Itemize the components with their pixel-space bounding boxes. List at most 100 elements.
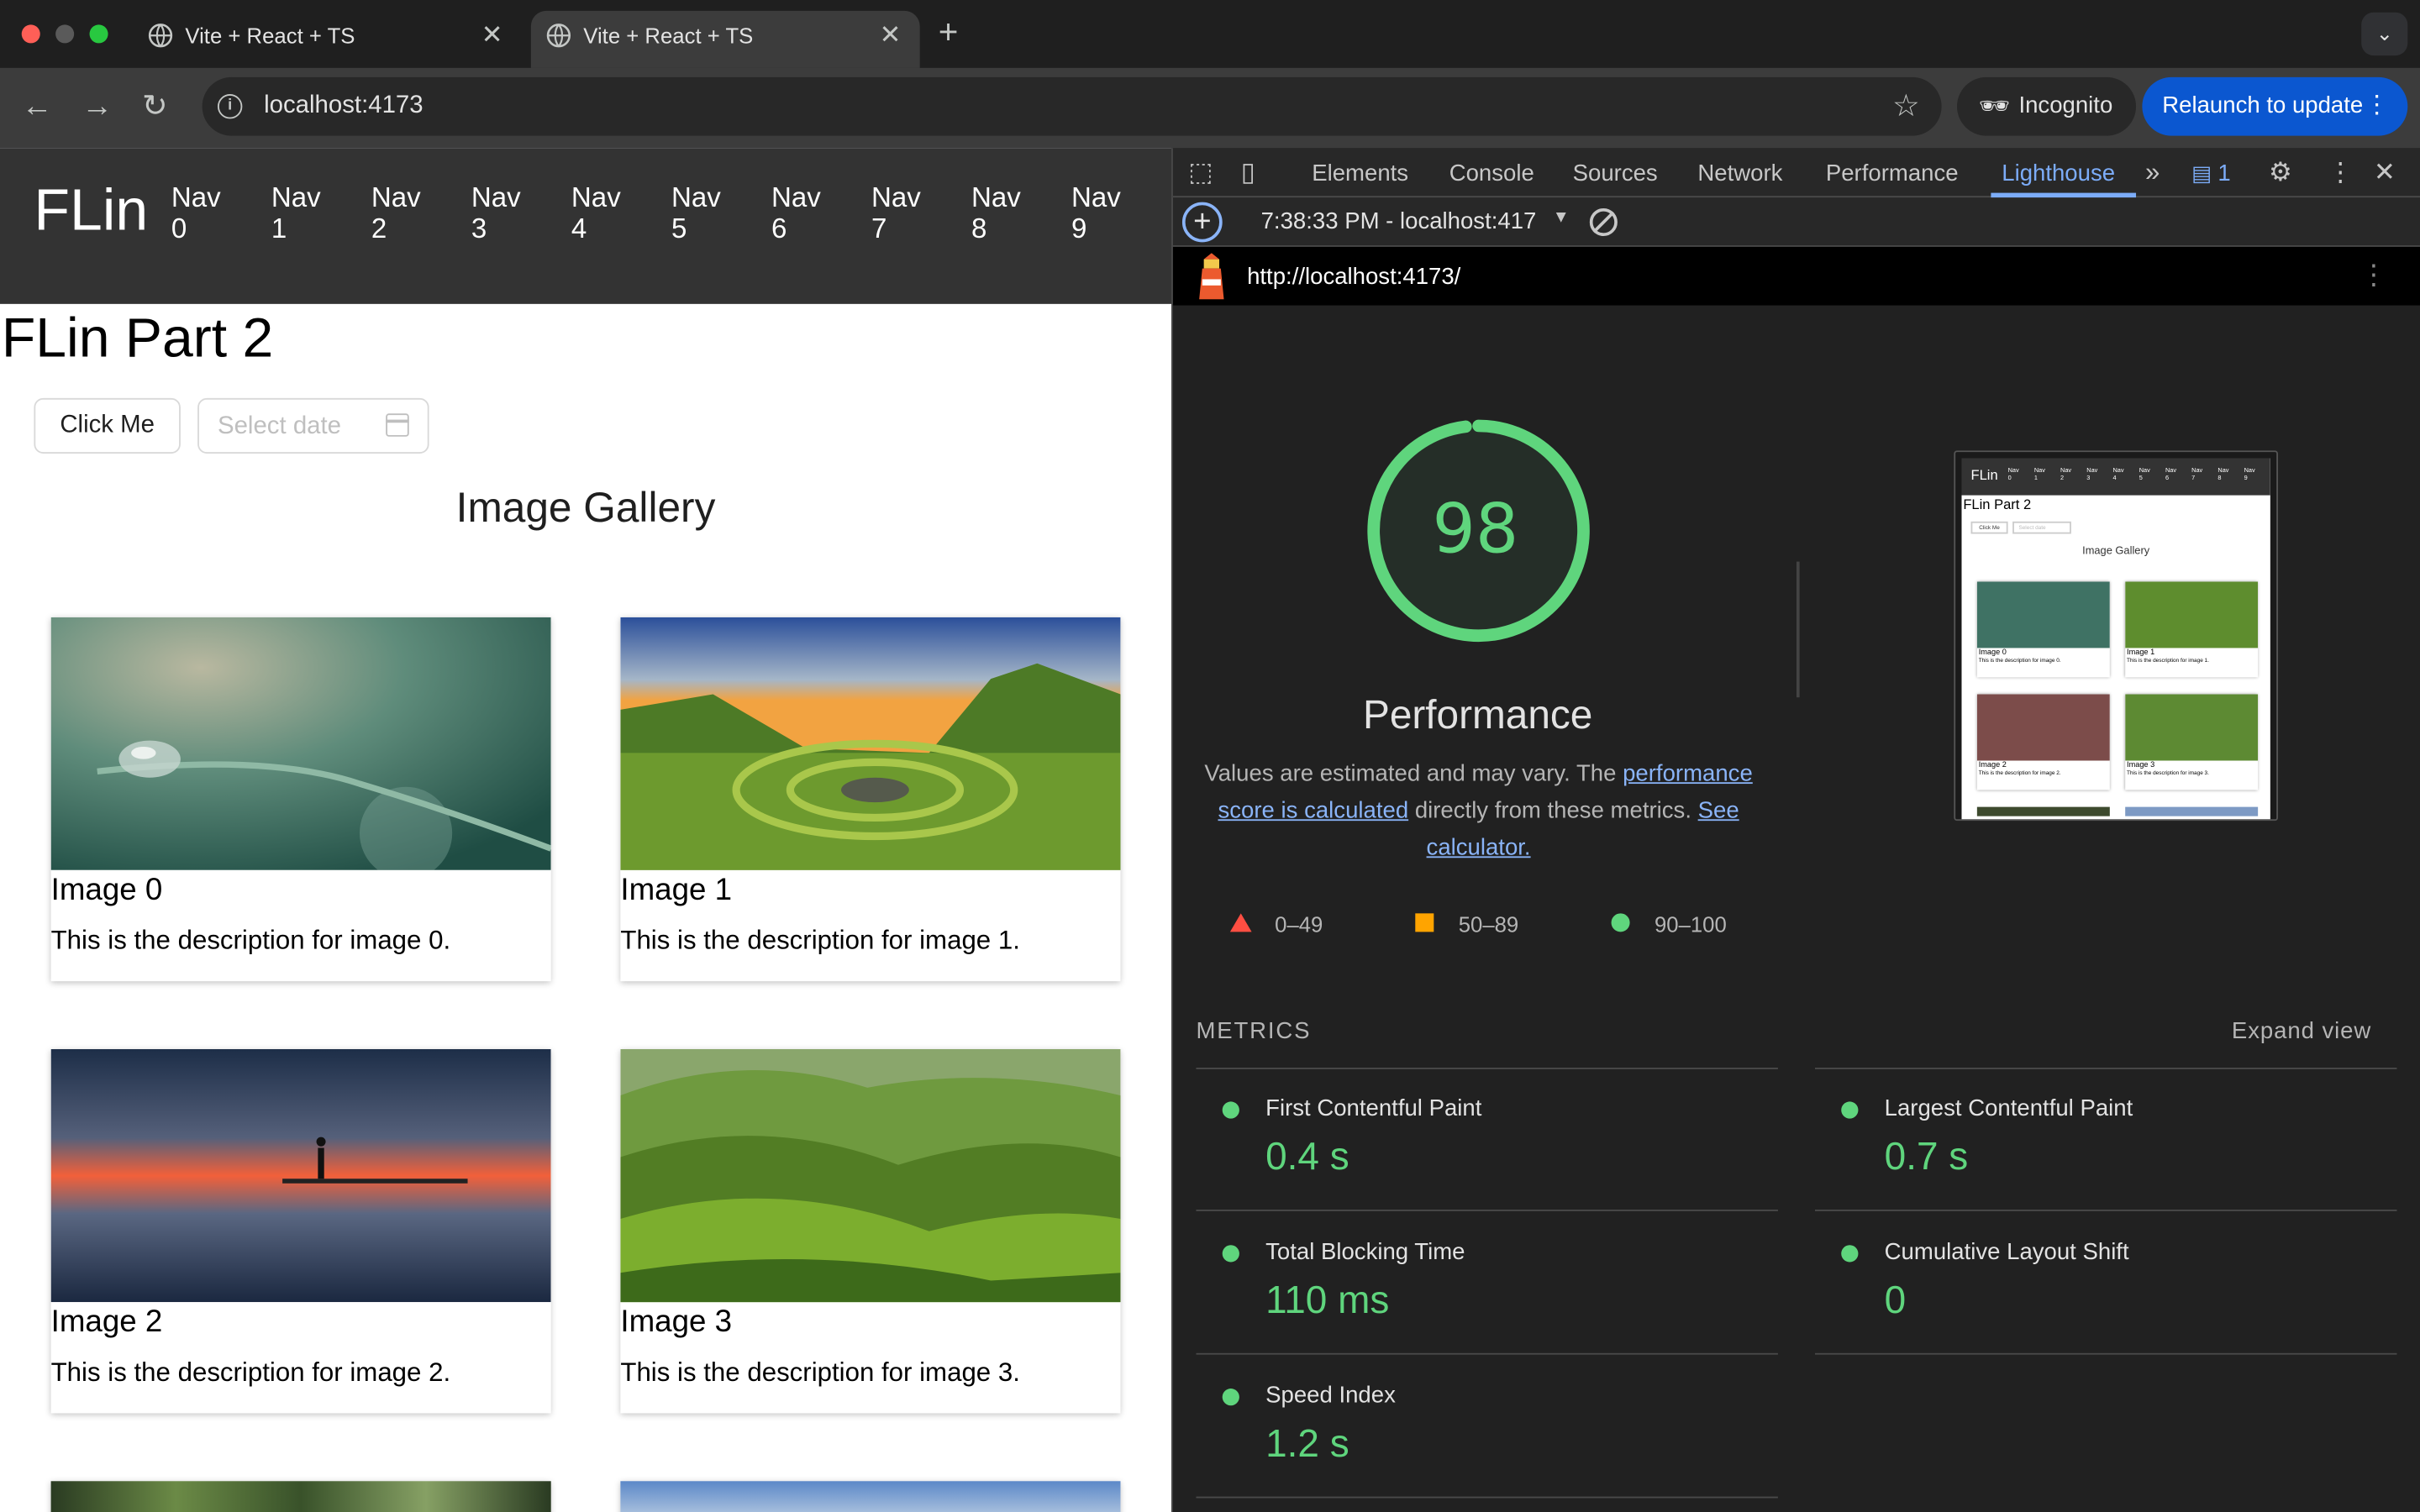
page-title: FLin Part 2 bbox=[1, 305, 274, 369]
minimize-window-button[interactable] bbox=[55, 24, 75, 44]
tab-performance[interactable]: Performance bbox=[1826, 160, 1959, 186]
nav-item-label: Nav bbox=[971, 181, 1021, 213]
close-devtools-icon[interactable]: ✕ bbox=[2374, 157, 2396, 188]
metrics-heading: METRICS bbox=[1196, 1018, 1312, 1045]
final-screenshot-thumbnail[interactable]: FLin Nav 0 Nav 1 Nav 2 Nav 3 Nav 4 Nav 5 Nav 6 Nav 7 Nav… bbox=[1954, 450, 2279, 822]
thumbnail-nav-item: Nav 9 bbox=[2244, 465, 2255, 482]
card-image bbox=[620, 1048, 1121, 1303]
gallery-card[interactable] bbox=[50, 1481, 551, 1512]
devtools-tab-bar: ⬚ ▯ Elements Console Sources Network Per… bbox=[1172, 148, 2420, 198]
legend-label: 0–49 bbox=[1275, 911, 1323, 937]
desc-text: Values are estimated and may vary. The bbox=[1204, 760, 1623, 787]
gallery-card[interactable]: Image 3 This is the description for imag… bbox=[620, 1048, 1121, 1414]
more-vertical-icon[interactable]: ⋮ bbox=[2365, 90, 2389, 121]
settings-gear-icon[interactable]: ⚙ bbox=[2269, 157, 2292, 188]
nav-item-number: 5 bbox=[671, 213, 687, 244]
brand-logo[interactable]: FLin bbox=[34, 179, 148, 245]
gallery-card[interactable] bbox=[620, 1481, 1121, 1512]
forward-arrow-icon[interactable]: → bbox=[82, 90, 113, 123]
close-tab-icon[interactable]: ✕ bbox=[481, 20, 503, 51]
maximize-window-button[interactable] bbox=[89, 24, 108, 44]
metric-value: 0 bbox=[1884, 1278, 1907, 1323]
clear-reports-icon[interactable] bbox=[1589, 207, 1618, 237]
more-vertical-icon[interactable]: ⋮ bbox=[2360, 260, 2387, 292]
thumbnail-card: Image 1 This is the description for image… bbox=[2125, 581, 2259, 678]
thumbnail-brand: FLin bbox=[1970, 467, 1998, 483]
metric-value: 0.4 s bbox=[1265, 1135, 1349, 1179]
nav-item-8[interactable]: Nav 8 bbox=[971, 182, 1033, 244]
new-report-plus-icon[interactable]: + bbox=[1181, 202, 1223, 243]
square-icon bbox=[1415, 913, 1434, 932]
devtools-panel: ⬚ ▯ Elements Console Sources Network Per… bbox=[1171, 148, 2420, 1512]
divider bbox=[1796, 561, 1800, 698]
gallery-card[interactable]: Image 1 This is the description for imag… bbox=[620, 617, 1121, 982]
inspect-element-icon[interactable]: ⬚ bbox=[1188, 157, 1213, 188]
thumbnail-card-description: This is the description for image 2. bbox=[1978, 769, 2061, 776]
nav-item-3[interactable]: Nav 3 bbox=[471, 182, 533, 244]
tab-lighthouse[interactable]: Lighthouse bbox=[2002, 160, 2115, 186]
more-tabs-icon[interactable]: » bbox=[2145, 157, 2160, 188]
nav-item-6[interactable]: Nav 6 bbox=[771, 182, 833, 244]
thumbnail-card-title: Image 3 bbox=[2127, 760, 2155, 770]
tab-elements[interactable]: Elements bbox=[1312, 160, 1408, 186]
site-info-icon[interactable]: i bbox=[217, 94, 243, 119]
audited-url[interactable]: http://localhost:4173/ bbox=[1247, 264, 1460, 290]
device-toolbar-icon[interactable]: ▯ bbox=[1241, 157, 1255, 188]
browser-tab-2[interactable]: Vite + React + TS ✕ bbox=[530, 10, 920, 68]
thumbnail-card-title: Image 1 bbox=[2127, 648, 2155, 658]
click-me-button[interactable]: Click Me bbox=[34, 397, 181, 454]
metric-item[interactable]: Speed Index 1.2 s bbox=[1196, 1355, 1778, 1499]
lighthouse-url-bar: http://localhost:4173/ ⋮ bbox=[1172, 246, 2420, 306]
issues-count[interactable]: 1 bbox=[2217, 160, 2230, 186]
issues-icon[interactable]: ▤ bbox=[2191, 160, 2212, 186]
dropdown-arrow-icon[interactable]: ▼ bbox=[1553, 208, 1570, 227]
date-picker[interactable]: Select date bbox=[197, 397, 429, 454]
tab-network[interactable]: Network bbox=[1697, 160, 1782, 186]
nav-item-label: Nav bbox=[371, 181, 421, 213]
bookmark-star-icon[interactable]: ☆ bbox=[1892, 87, 1920, 125]
nav-item-7[interactable]: Nav 7 bbox=[871, 182, 933, 244]
nav-item-4[interactable]: Nav 4 bbox=[571, 182, 633, 244]
expand-view-button[interactable]: Expand view bbox=[2232, 1018, 2371, 1044]
thumbnail-card-image bbox=[1976, 581, 2110, 648]
tab-search-button[interactable]: ⌄ bbox=[2361, 12, 2408, 56]
nav-item-1[interactable]: Nav 1 bbox=[271, 182, 333, 244]
nav-item-5[interactable]: Nav 5 bbox=[671, 182, 733, 244]
nav-item-9[interactable]: Nav 9 bbox=[1071, 182, 1133, 244]
address-bar[interactable]: i localhost:4173 ☆ bbox=[202, 76, 1942, 136]
gallery-card[interactable]: Image 2 This is the description for imag… bbox=[50, 1048, 551, 1414]
metric-value: 1.2 s bbox=[1265, 1422, 1349, 1466]
metric-item[interactable]: Cumulative Layout Shift 0 bbox=[1815, 1211, 2397, 1355]
relaunch-button[interactable]: Relaunch to update ⋮ bbox=[2142, 76, 2408, 136]
web-page: FLin Nav 0 Nav 1 Nav 2 Nav 3 Nav 4 Nav 5 Nav 6 Nav 7 Nav… bbox=[0, 148, 1172, 1512]
thumbnail-card-title: Image 0 bbox=[1978, 648, 2007, 658]
close-tab-icon[interactable]: ✕ bbox=[879, 20, 901, 51]
thumbnail-card-image bbox=[2125, 694, 2259, 761]
nav-item-2[interactable]: Nav 2 bbox=[371, 182, 433, 244]
close-window-button[interactable] bbox=[21, 24, 40, 44]
url-text[interactable]: localhost:4173 bbox=[264, 92, 424, 120]
new-tab-button[interactable]: + bbox=[939, 13, 959, 53]
thumbnail-date: Select date bbox=[2012, 521, 2071, 534]
metric-item[interactable]: Largest Contentful Paint 0.7 s bbox=[1815, 1068, 2397, 1211]
nav-item-0[interactable]: Nav 0 bbox=[171, 182, 233, 244]
category-title: Performance bbox=[1362, 690, 1593, 738]
gallery-card[interactable]: Image 0 This is the description for imag… bbox=[50, 617, 551, 982]
browser-tab-1[interactable]: Vite + React + TS ✕ bbox=[133, 11, 522, 68]
more-vertical-icon[interactable]: ⋮ bbox=[2328, 157, 2354, 188]
back-arrow-icon[interactable]: ← bbox=[22, 90, 53, 123]
tab-sources[interactable]: Sources bbox=[1573, 160, 1658, 186]
reload-icon[interactable]: ↻ bbox=[142, 90, 168, 123]
relaunch-label: Relaunch to update bbox=[2162, 92, 2364, 119]
thumbnail-button: Click Me bbox=[1970, 521, 2008, 534]
pass-dot-icon bbox=[1222, 1245, 1239, 1263]
metric-item[interactable]: Total Blocking Time 110 ms bbox=[1196, 1211, 1778, 1355]
report-selector[interactable]: 7:38:33 PM - localhost:417 bbox=[1261, 208, 1537, 234]
tab-console[interactable]: Console bbox=[1449, 160, 1534, 186]
incognito-indicator[interactable]: 🕶 Incognito bbox=[1956, 76, 2137, 136]
card-image bbox=[620, 617, 1121, 870]
thumbnail-card-partial bbox=[1976, 806, 2110, 816]
metric-item[interactable]: First Contentful Paint 0.4 s bbox=[1196, 1068, 1778, 1211]
nav-item-label: Nav bbox=[771, 181, 821, 213]
card-title: Image 1 bbox=[620, 873, 733, 907]
